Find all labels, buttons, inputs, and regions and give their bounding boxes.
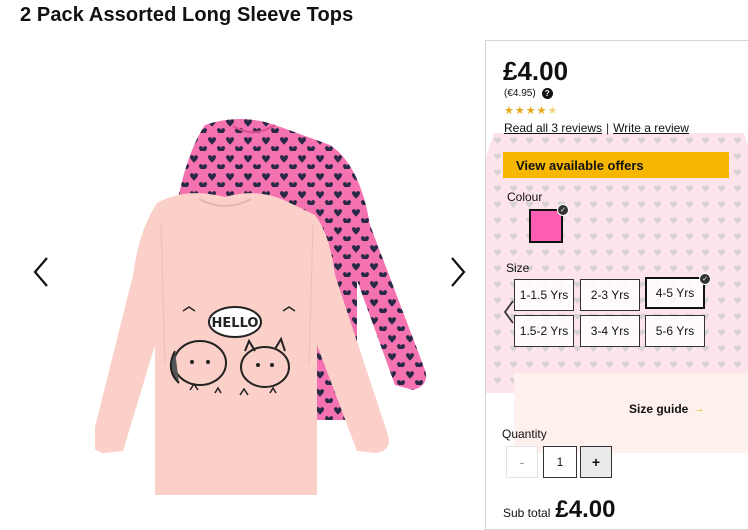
product-gallery: HELLO	[0, 40, 485, 530]
tshirt-print-text: HELLO	[212, 316, 259, 331]
product-title: 2 Pack Assorted Long Sleeve Tops	[20, 4, 354, 26]
star-icon: ★	[504, 105, 514, 117]
help-icon[interactable]: ?	[541, 88, 553, 99]
subtotal: Sub total £4.00	[503, 496, 615, 524]
checkmark-icon: ✓	[557, 204, 569, 216]
quantity-input[interactable]	[543, 446, 577, 478]
gallery-next-button[interactable]	[445, 252, 471, 292]
quantity-increase-button[interactable]: +	[580, 446, 612, 478]
colour-label: Colour	[507, 190, 543, 204]
star-icon: ★	[525, 105, 536, 117]
purchase-panel: £4.00 (€4.95) ? ★ ★ ★ ★ ★ Read all 3 reviews…	[485, 40, 748, 530]
size-option[interactable]: 1.5-2 Yrs	[514, 315, 574, 347]
subtotal-label: Sub total	[503, 506, 551, 520]
size-option[interactable]: 2-3 Yrs	[580, 279, 640, 311]
price-eur: (€4.95)	[504, 88, 536, 99]
star-icon: ★	[547, 105, 558, 117]
size-guide-label: Size guide	[629, 402, 689, 416]
size-option[interactable]: 5-6 Yrs	[645, 315, 705, 347]
write-review-link[interactable]: Write a review	[613, 121, 689, 135]
quantity-decrease-button[interactable]: -	[506, 446, 538, 478]
size-guide-link[interactable]: Size guide →	[629, 402, 704, 416]
review-links: Read all 3 reviews | Write a review	[504, 121, 689, 135]
product-price: £4.00	[503, 56, 569, 86]
product-image: HELLO	[95, 119, 427, 495]
arrow-right-icon: →	[693, 403, 705, 415]
star-icon: ★	[514, 105, 525, 117]
star-icon: ★	[536, 105, 547, 117]
gallery-prev-button[interactable]	[28, 252, 54, 292]
view-offers-button[interactable]: View available offers	[503, 152, 729, 178]
chevron-right-icon	[451, 257, 466, 287]
subtotal-value: £4.00	[555, 496, 616, 523]
size-option[interactable]: 3-4 Yrs	[580, 315, 640, 347]
rating-stars: ★ ★ ★ ★ ★	[504, 105, 557, 117]
price-eur-row: (€4.95) ?	[504, 88, 553, 99]
size-option[interactable]: 1-1.5 Yrs	[514, 279, 574, 311]
chevron-left-icon	[33, 257, 48, 287]
read-reviews-link[interactable]: Read all 3 reviews	[504, 121, 602, 135]
link-separator: |	[606, 121, 610, 135]
quantity-label: Quantity	[502, 427, 547, 441]
size-label: Size	[506, 261, 530, 275]
checkmark-icon: ✓	[699, 273, 711, 285]
size-option[interactable]: 4-5 Yrs	[645, 277, 705, 309]
